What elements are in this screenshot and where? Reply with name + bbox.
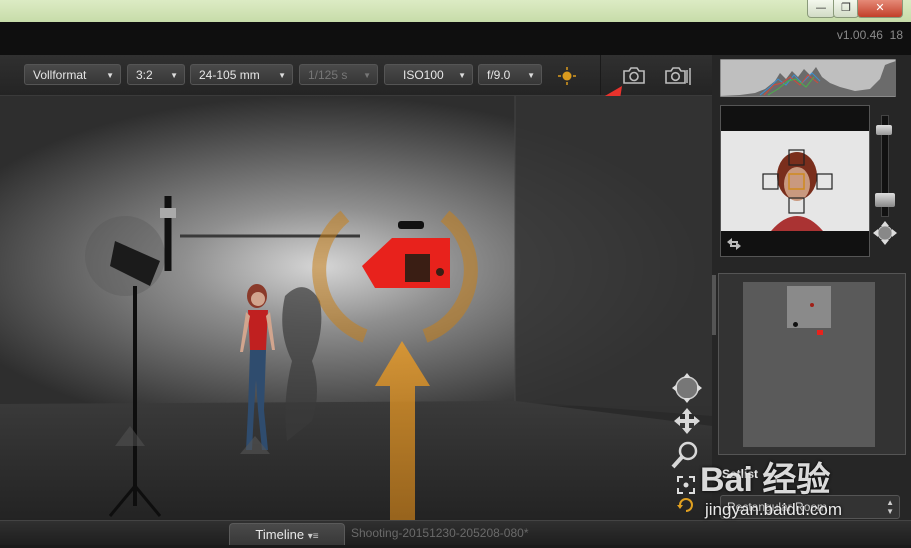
chevron-down-icon: ▼ xyxy=(527,71,535,80)
aspect-value: 3:2 xyxy=(136,68,153,82)
camera-marker xyxy=(817,330,823,335)
reset-view-icon[interactable] xyxy=(676,496,696,514)
top-view-panel[interactable] xyxy=(718,273,906,455)
camera-burst-icon[interactable] xyxy=(664,64,694,86)
lens-value: 24-105 mm xyxy=(199,68,260,82)
aperture-value: f/9.0 xyxy=(487,68,511,82)
right-sidebar: Setlist Rectangular Room ▲ ▼ xyxy=(712,55,911,520)
lens-dropdown[interactable]: 24-105 mm ▼ xyxy=(190,64,293,85)
pan-icon[interactable] xyxy=(672,406,702,436)
swap-icon xyxy=(727,238,741,250)
sensor-value: Vollformat xyxy=(33,68,87,82)
aperture-dropdown[interactable]: f/9.0 ▼ xyxy=(478,64,542,85)
bottom-bar: Timeline ▾≡ Shooting-20151230-205208-080… xyxy=(0,520,911,545)
zoom-slider[interactable] xyxy=(873,111,897,251)
preview-image xyxy=(721,131,869,250)
zoom-icon[interactable] xyxy=(670,439,702,471)
zoom-slider-thumb[interactable] xyxy=(876,125,892,135)
menu-bar xyxy=(0,22,911,55)
shutter-value: 1/125 s xyxy=(308,68,348,82)
navigate-icon[interactable] xyxy=(873,221,897,245)
timeline-tab[interactable]: Timeline ▾≡ xyxy=(229,523,345,545)
watermark-logo: Bai 经验 xyxy=(700,461,831,499)
iso-dropdown[interactable]: ISO100 ▼ xyxy=(384,64,473,85)
minimize-button[interactable]: — xyxy=(807,0,835,18)
histogram xyxy=(720,59,896,97)
chevron-down-icon: ▼ xyxy=(458,71,466,80)
aspect-dropdown[interactable]: 3:2 ▼ xyxy=(127,64,185,85)
version-extra: 18 xyxy=(889,28,903,42)
sensor-dropdown[interactable]: Vollformat ▼ xyxy=(24,64,121,85)
watermark-url: jingyan.baidu.com xyxy=(705,500,843,519)
timeline-menu-icon: ▾≡ xyxy=(307,531,319,542)
chevron-down-icon: ▼ xyxy=(363,71,371,80)
room-floorplan xyxy=(743,282,875,447)
orbit-icon[interactable] xyxy=(670,371,704,405)
version-label: v1.00.46 18 xyxy=(837,28,903,42)
version-number: v1.00.46 xyxy=(836,28,883,42)
studio-viewport[interactable] xyxy=(0,96,712,520)
focus-frame-icon[interactable] xyxy=(676,475,696,495)
studio-scene xyxy=(0,96,712,520)
updown-icon: ▲ ▼ xyxy=(886,498,894,516)
shooting-name: Shooting-20151230-205208-080* xyxy=(351,526,529,540)
shutter-dropdown[interactable]: 1/125 s ▼ xyxy=(299,64,378,85)
model-marker xyxy=(810,303,814,307)
iso-value: ISO100 xyxy=(403,68,444,82)
timeline-label: Timeline xyxy=(255,527,305,542)
close-button[interactable]: ✕ xyxy=(857,0,903,18)
window-titlebar: — ❐ ✕ xyxy=(0,0,911,22)
light-marker xyxy=(793,322,798,327)
camera-preview[interactable] xyxy=(720,105,870,257)
chevron-down-icon: ▼ xyxy=(278,71,286,80)
chevron-down-icon: ▼ xyxy=(170,71,178,80)
chevron-down-icon: ▼ xyxy=(106,71,114,80)
zoom-slider-handle[interactable] xyxy=(875,193,895,207)
restore-button[interactable]: ❐ xyxy=(833,0,859,18)
panel-resize-handle[interactable] xyxy=(712,275,716,335)
